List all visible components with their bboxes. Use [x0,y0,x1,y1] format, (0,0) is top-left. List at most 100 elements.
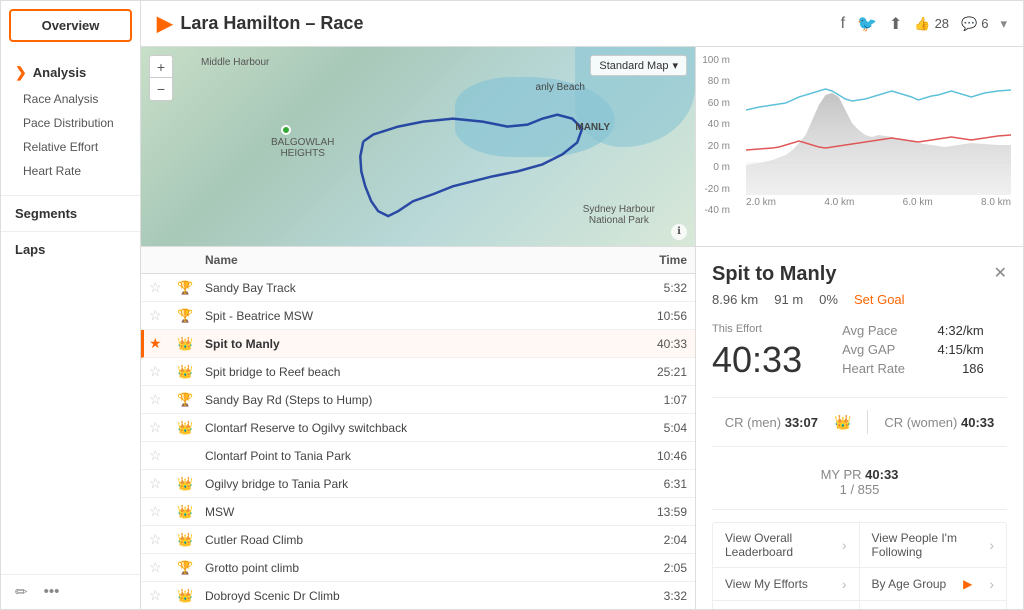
trophy-gold-icon: 🏆 [177,560,205,576]
cr-women-value: 40:33 [961,415,994,430]
segment-name: MSW [205,505,617,519]
people-following-label: View People I'm Following [872,531,990,559]
comment-button[interactable]: 💬 6 [961,16,988,32]
segment-pr-row: MY PR 40:33 1 / 855 [712,459,1007,510]
star-icon[interactable]: ☆ [149,279,177,296]
sidebar-item-relative-effort[interactable]: Relative Effort [1,135,140,159]
segment-name: Sandy Bay Rd (Steps to Hump) [205,393,617,407]
trophy-gold-icon: 🏆 [177,392,205,408]
strava-icon: ▶ [157,11,172,36]
comment-count: 6 [981,16,988,31]
cr-divider [867,410,868,434]
map-label-manly: MANLY [575,122,610,133]
table-row[interactable]: ☆ 🏆 Grotto point climb 2:05 [141,554,695,582]
star-icon[interactable]: ☆ [149,307,177,324]
view-efforts-button[interactable]: View My Efforts › [713,568,860,601]
header-title-area: ▶ Lara Hamilton – Race [157,11,363,36]
people-chevron-icon: › [989,537,994,553]
star-icon[interactable]: ☆ [149,531,177,548]
chart-y-labels: 100 m 80 m 60 m 40 m 20 m 0 m -20 m -40 … [696,55,734,216]
twitter-icon[interactable]: 🐦 [857,14,877,34]
table-row[interactable]: ☆ 👑 Dobroyd Scenic Dr Climb 3:32 [141,582,695,609]
chart-area: 100 m 80 m 60 m 40 m 20 m 0 m -20 m -40 … [696,47,1023,247]
header-actions: f 🐦 ⬆ 👍 28 💬 6 ▾ [841,14,1007,34]
star-icon[interactable]: ★ [149,335,177,352]
star-icon[interactable]: ☆ [149,363,177,380]
segment-detail: Spit to Manly ✕ 8.96 km 91 m 0% Set Goal… [696,247,1023,609]
map-start-marker [281,125,291,135]
star-icon[interactable]: ☆ [149,391,177,408]
table-row[interactable]: ☆ 👑 Cutler Road Climb 2:04 [141,526,695,554]
segment-time: 3:32 [617,589,687,603]
main-content: ▶ Lara Hamilton – Race f 🐦 ⬆ 👍 28 💬 6 ▾ [141,1,1023,609]
trophy-crown-icon: 👑 [177,532,205,548]
view-leaderboard-button[interactable]: View Overall Leaderboard › [713,523,860,568]
edit-icon[interactable]: ✏ [15,583,28,601]
pr-label: MY PR [821,467,866,482]
share-icon[interactable]: ⬆ [889,14,902,34]
sidebar-laps[interactable]: Laps [1,236,140,263]
compare-button[interactable]: Compare › [713,601,860,609]
map-type-chevron-icon: ▾ [672,59,678,72]
map-type-label: Standard Map [599,60,668,72]
segments-rows: ☆ 🏆 Sandy Bay Track 5:32 ☆ 🏆 Spit - Beat… [141,274,695,609]
more-icon[interactable]: ••• [44,583,60,601]
table-row[interactable]: ☆ 🏆 Spit - Beatrice MSW 10:56 [141,302,695,330]
like-button[interactable]: 👍 28 [914,16,949,32]
col-time-header: Time [617,253,687,267]
star-icon[interactable]: ☆ [149,503,177,520]
star-icon[interactable]: ☆ [149,559,177,576]
map-zoom-in-button[interactable]: + [150,56,172,78]
table-row[interactable]: ☆ 🏆 Sandy Bay Rd (Steps to Hump) 1:07 [141,386,695,414]
main-header: ▶ Lara Hamilton – Race f 🐦 ⬆ 👍 28 💬 6 ▾ [141,1,1023,47]
set-goal-button[interactable]: Set Goal [854,292,905,307]
sidebar-item-heart-rate[interactable]: Heart Rate [1,159,140,183]
sidebar-analysis-header[interactable]: ❯ Analysis [1,58,140,87]
trophy-crown-icon: 👑 [177,588,205,604]
trophy-crown-icon: 👑 [177,336,205,352]
efforts-label: View My Efforts [725,577,808,591]
star-icon[interactable]: ☆ [149,587,177,604]
table-row[interactable]: ☆ 👑 Spit bridge to Reef beach 25:21 [141,358,695,386]
table-row[interactable]: ☆ 🏆 Sandy Bay Track 5:32 [141,274,695,302]
by-weight-class-button[interactable]: By Weight Class ▶ › [860,601,1007,609]
map-type-selector[interactable]: Standard Map ▾ [590,55,687,76]
age-group-icon: ▶ [963,577,972,591]
star-icon[interactable]: ☆ [149,447,177,464]
segment-detail-title: Spit to Manly [712,263,836,286]
facebook-icon[interactable]: f [841,15,845,33]
dropdown-chevron-icon[interactable]: ▾ [1000,16,1007,32]
view-people-following-button[interactable]: View People I'm Following › [860,523,1007,568]
sidebar-overview[interactable]: Overview [9,9,132,42]
trophy-crown-icon: 👑 [177,476,205,492]
elevation-fill [746,93,1011,195]
sidebar-analysis-section: ❯ Analysis Race Analysis Pace Distributi… [1,50,140,191]
by-age-group-button[interactable]: By Age Group ▶ › [860,568,1007,601]
star-icon[interactable]: ☆ [149,419,177,436]
sidebar-item-race-analysis[interactable]: Race Analysis [1,87,140,111]
star-icon[interactable]: ☆ [149,475,177,492]
trophy-crown-icon: 👑 [177,420,205,436]
table-row[interactable]: ☆ Clontarf Point to Tania Park 10:46 [141,442,695,470]
segment-detail-close-button[interactable]: ✕ [994,263,1007,283]
table-row[interactable]: ★ 👑 Spit to Manly 40:33 [141,330,695,358]
segment-name: Sandy Bay Track [205,281,617,295]
thumbs-up-icon: 👍 [914,16,930,32]
sidebar-divider-1 [1,195,140,196]
segment-detail-header: Spit to Manly ✕ [712,263,1007,286]
sidebar-item-pace-distribution[interactable]: Pace Distribution [1,111,140,135]
segment-detail-meta: 8.96 km 91 m 0% Set Goal [712,292,1007,307]
segment-name: Spit bridge to Reef beach [205,365,617,379]
table-row[interactable]: ☆ 👑 MSW 13:59 [141,498,695,526]
sidebar-segments[interactable]: Segments [1,200,140,227]
heart-rate-label: Heart Rate [842,361,905,376]
left-panel: Middle Harbour anly Beach MANLY BALGOWLA… [141,47,696,609]
map-zoom-out-button[interactable]: − [150,78,172,100]
table-row[interactable]: ☆ 👑 Ogilvy bridge to Tania Park 6:31 [141,470,695,498]
segment-time: 6:31 [617,477,687,491]
heart-rate-row: Heart Rate 186 [842,361,984,376]
table-row[interactable]: ☆ 👑 Clontarf Reserve to Ogilvy switchbac… [141,414,695,442]
segment-actions-grid: View Overall Leaderboard › View People I… [712,522,1007,609]
map-info-button[interactable]: ℹ [671,224,687,240]
sidebar-bottom-actions: ✏ ••• [1,574,140,609]
